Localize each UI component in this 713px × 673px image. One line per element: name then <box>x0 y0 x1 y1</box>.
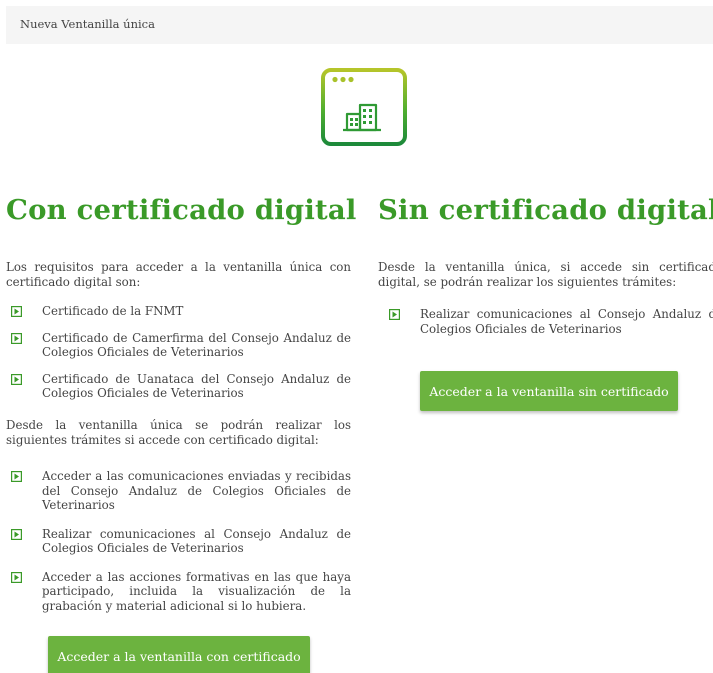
procedure-text: Acceder a las comunicaciones enviadas y … <box>42 469 351 512</box>
without-certificate-title: Sin certificado digital <box>378 194 713 226</box>
list-item: Certificado de Camerfirma del Consejo An… <box>6 331 351 360</box>
list-item: Acceder a las comunicaciones enviadas y … <box>6 469 351 513</box>
arrow-square-icon <box>389 309 400 320</box>
with-certificate-procedures-list: Acceder a las comunicaciones enviadas y … <box>6 469 351 613</box>
arrow-square-icon <box>11 332 22 344</box>
list-item: Certificado de Uanataca del Consejo Anda… <box>6 372 351 401</box>
list-item: Acceder a las acciones formativas en las… <box>6 570 351 614</box>
breadcrumb: Nueva Ventanilla única <box>6 6 713 44</box>
requirements-list: Certificado de la FNMT Certificado de Ca… <box>6 304 351 401</box>
breadcrumb-current: Nueva Ventanilla única <box>20 17 155 31</box>
list-item: Certificado de la FNMT <box>6 304 351 319</box>
arrow-square-icon <box>11 471 22 482</box>
access-without-certificate-button[interactable]: Acceder a la ventanilla sin certificado <box>420 371 678 411</box>
requirement-text: Certificado de Uanataca del Consejo Anda… <box>42 371 351 401</box>
access-with-certificate-button[interactable]: Acceder a la ventanilla con certificado <box>48 636 310 673</box>
with-certificate-title: Con certificado digital <box>6 194 357 226</box>
arrow-square-icon <box>11 571 22 583</box>
arrow-square-icon <box>11 373 22 385</box>
without-certificate-procedures-list: Realizar comunicaciones al Consejo Andal… <box>384 307 713 336</box>
procedure-text: Realizar comunicaciones al Consejo Andal… <box>42 526 351 556</box>
list-item: Realizar comunicaciones al Consejo Andal… <box>6 527 351 556</box>
procedure-text: Acceder a las acciones formativas en las… <box>42 569 351 613</box>
requirement-text: Certificado de la FNMT <box>42 304 184 318</box>
browser-window-building-icon <box>321 68 407 146</box>
arrow-square-icon <box>11 306 22 317</box>
list-item: Realizar comunicaciones al Consejo Andal… <box>384 307 713 336</box>
arrow-square-icon <box>11 528 22 540</box>
with-certificate-procedures-intro: Desde la ventanilla única se podrán real… <box>6 418 351 447</box>
without-certificate-intro: Desde la ventanilla única, si accede sin… <box>378 260 713 289</box>
requirement-text: Certificado de Camerfirma del Consejo An… <box>42 330 351 360</box>
procedure-text: Realizar comunicaciones al Consejo Andal… <box>420 307 713 336</box>
with-certificate-intro: Los requisitos para acceder a la ventani… <box>6 260 351 289</box>
page: Nueva Ventanilla única Con certificado d… <box>0 0 713 673</box>
